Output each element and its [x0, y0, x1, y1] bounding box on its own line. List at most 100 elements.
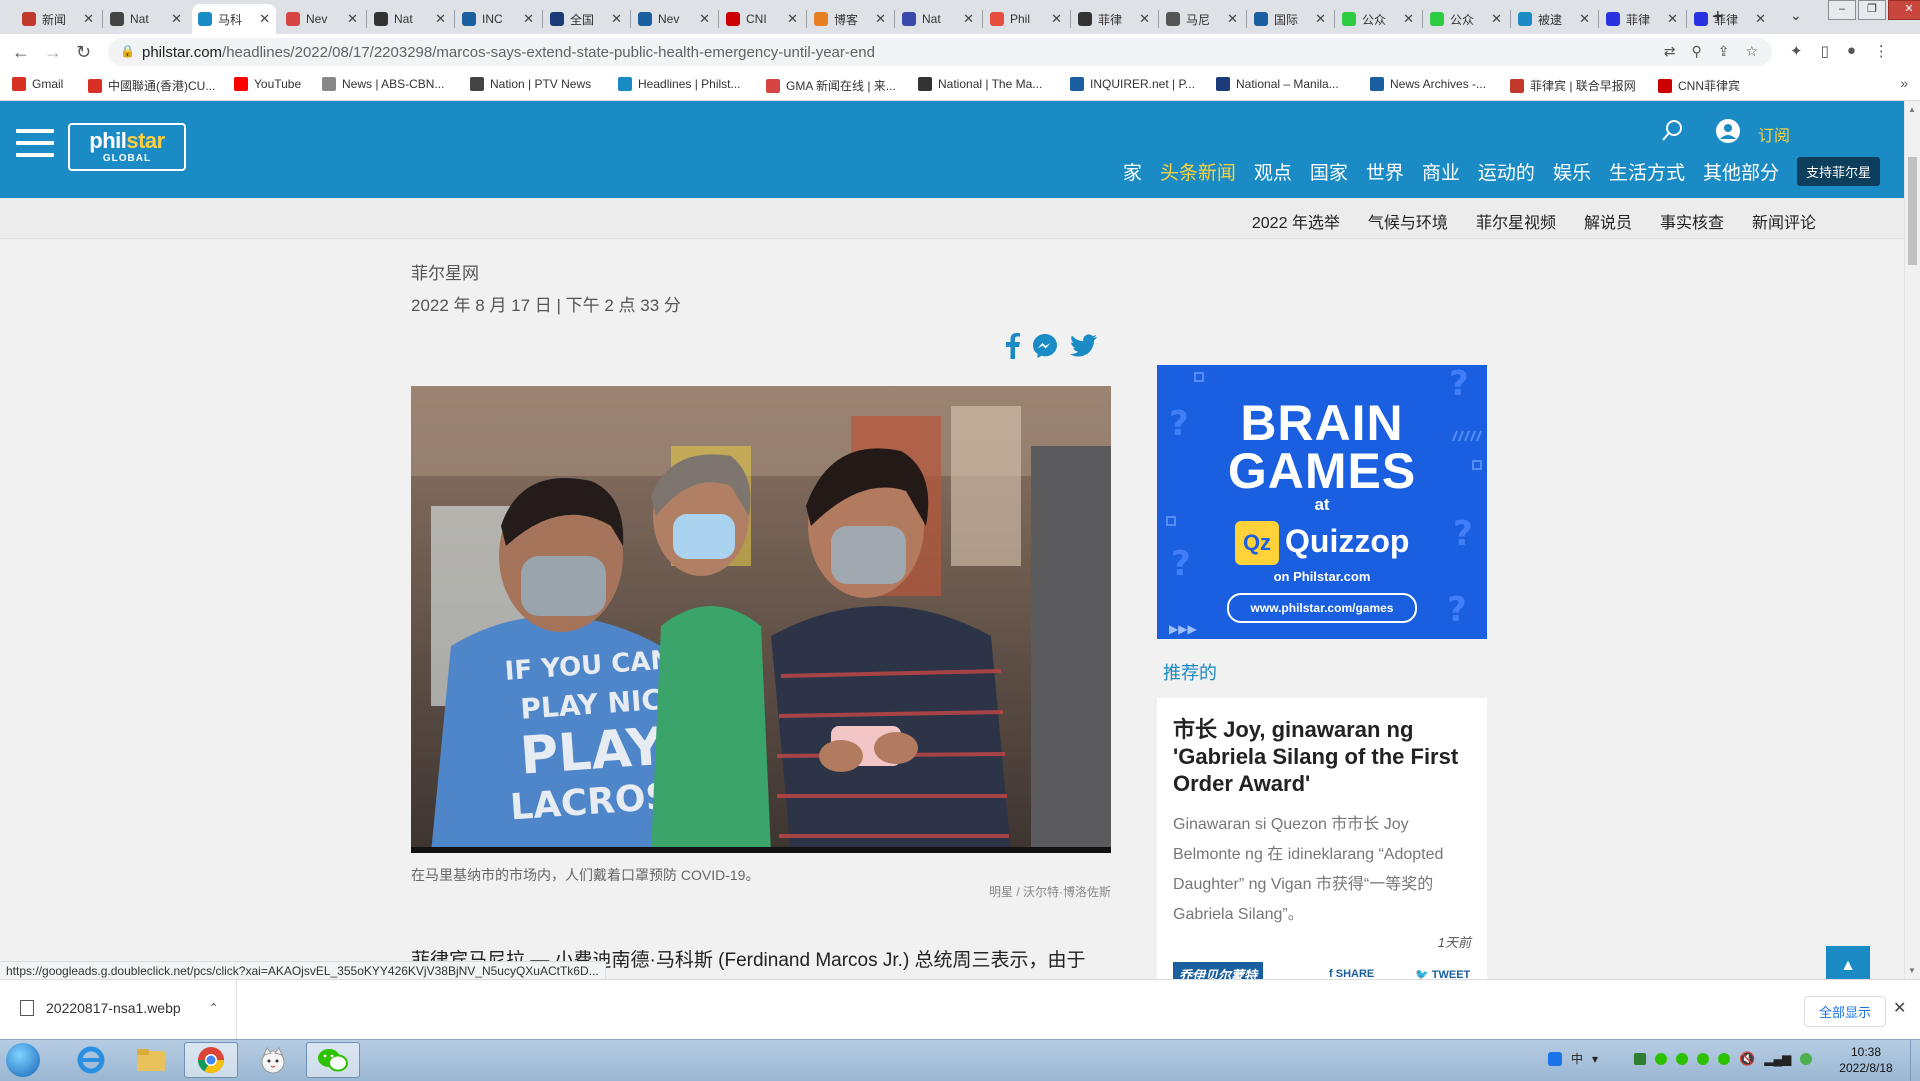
- forward-icon[interactable]: →: [44, 42, 62, 63]
- chevron-up-icon[interactable]: ⌃: [209, 1001, 219, 1015]
- close-tab-icon[interactable]: ✕: [699, 11, 710, 27]
- subnav-item[interactable]: 2022 年选举: [1252, 209, 1340, 233]
- browser-tab[interactable]: Nat ✕: [104, 4, 188, 34]
- url-text[interactable]: philstar.com/headlines/2022/08/17/220329…: [142, 44, 875, 61]
- bookmark-star-icon[interactable]: ☆: [1745, 43, 1758, 60]
- browser-tab[interactable]: INC ✕: [456, 4, 540, 34]
- sogou-icon[interactable]: [1548, 1051, 1562, 1066]
- bookmark-item[interactable]: National | The Ma...: [918, 77, 1042, 91]
- wechat-tray-icon[interactable]: [1655, 1052, 1668, 1065]
- brain-games-ad[interactable]: ? ? ? ? ? ▶▶▶ BRAIN GAMES at Qz Quizzop o…: [1157, 365, 1487, 639]
- subnav-item[interactable]: 气候与环境: [1368, 209, 1448, 233]
- bookmark-item[interactable]: INQUIRER.net | P...: [1070, 77, 1195, 91]
- browser-tab[interactable]: 博客 ✕: [808, 4, 892, 34]
- close-tab-icon[interactable]: ✕: [1755, 11, 1766, 27]
- browser-tab[interactable]: 马科 ✕: [192, 4, 276, 34]
- wechat-tray-icon-3[interactable]: [1697, 1052, 1710, 1065]
- bookmark-item[interactable]: News | ABS-CBN...: [322, 77, 444, 91]
- browser-tab[interactable]: Nev ✕: [280, 4, 364, 34]
- network-signal-icon[interactable]: ▂▄▆: [1764, 1052, 1791, 1066]
- back-to-top-button[interactable]: ▲: [1826, 946, 1870, 979]
- taskbar-clock[interactable]: 10:38 2022/8/18: [1828, 1044, 1904, 1076]
- close-tab-icon[interactable]: ✕: [523, 11, 534, 27]
- browser-tab[interactable]: 新闻 ✕: [16, 4, 100, 34]
- ime-options-icon[interactable]: ▾: [1592, 1052, 1598, 1066]
- close-tab-icon[interactable]: ✕: [1667, 11, 1678, 27]
- page-scrollbar[interactable]: ▲ ▼: [1904, 101, 1920, 979]
- ad-url-button[interactable]: www.philstar.com/games: [1227, 593, 1417, 623]
- browser-tab[interactable]: 公众 ✕: [1336, 4, 1420, 34]
- close-tab-icon[interactable]: ✕: [435, 11, 446, 27]
- recommended-card-title[interactable]: 市长 Joy, ginawaran ng 'Gabriela Silang of…: [1173, 716, 1473, 797]
- nav-item[interactable]: 家: [1123, 158, 1142, 185]
- scrollbar-thumb[interactable]: [1908, 157, 1917, 265]
- restore-button[interactable]: ❐: [1858, 0, 1886, 20]
- ie-icon[interactable]: [64, 1042, 118, 1078]
- twitter-icon[interactable]: [1070, 334, 1098, 358]
- browser-tab[interactable]: CNI ✕: [720, 4, 804, 34]
- bookmark-item[interactable]: National – Manila...: [1216, 77, 1339, 91]
- philstar-logo[interactable]: philstar GLOBAL: [68, 123, 186, 171]
- recommended-card[interactable]: 市长 Joy, ginawaran ng 'Gabriela Silang of…: [1157, 698, 1487, 979]
- nav-item[interactable]: 观点: [1254, 158, 1292, 185]
- profile-icon[interactable]: ●: [1847, 42, 1856, 60]
- nav-item[interactable]: 其他部分: [1703, 158, 1779, 185]
- close-tab-icon[interactable]: ✕: [1491, 11, 1502, 27]
- search-icon[interactable]: [1662, 119, 1684, 141]
- chrome-icon[interactable]: [184, 1042, 238, 1078]
- bookmark-item[interactable]: Gmail: [12, 77, 63, 91]
- wechat-tray-icon-2[interactable]: [1676, 1052, 1689, 1065]
- explorer-icon[interactable]: [124, 1042, 178, 1078]
- close-tab-icon[interactable]: ✕: [1051, 11, 1062, 27]
- translate-icon[interactable]: ⇄: [1664, 43, 1676, 60]
- new-tab-button[interactable]: +: [1712, 6, 1724, 29]
- zoom-icon[interactable]: ⚲: [1691, 43, 1701, 60]
- subnav-item[interactable]: 事实核查: [1660, 209, 1724, 233]
- browser-tab[interactable]: 菲律 ✕: [1072, 4, 1156, 34]
- shield-icon[interactable]: [1634, 1052, 1647, 1065]
- close-tab-icon[interactable]: ✕: [171, 11, 182, 27]
- close-tab-icon[interactable]: ✕: [1139, 11, 1150, 27]
- tab-search-chevron-icon[interactable]: ⌄: [1790, 7, 1802, 24]
- browser-tab[interactable]: 菲律 ✕: [1600, 4, 1684, 34]
- subscribe-link[interactable]: 订阅: [1758, 122, 1790, 146]
- close-tab-icon[interactable]: ✕: [963, 11, 974, 27]
- wechat-icon[interactable]: [306, 1042, 360, 1078]
- minimize-button[interactable]: –: [1828, 0, 1856, 20]
- extensions-icon[interactable]: ✦: [1790, 42, 1803, 60]
- reload-icon[interactable]: ↻: [76, 42, 91, 63]
- close-tab-icon[interactable]: ✕: [1579, 11, 1590, 27]
- address-bar[interactable]: 🔒 philstar.com/headlines/2022/08/17/2203…: [108, 38, 1772, 66]
- share-button[interactable]: f SHARE: [1329, 968, 1374, 979]
- bookmark-item[interactable]: 中國聯通(香港)CU...: [88, 77, 215, 94]
- subnav-item[interactable]: 解说员: [1584, 209, 1632, 233]
- menu-kebab-icon[interactable]: ⋮: [1874, 42, 1889, 60]
- wechat-tray-icon-4[interactable]: [1718, 1052, 1731, 1065]
- close-window-button[interactable]: ✕: [1888, 0, 1920, 20]
- download-item[interactable]: 20220817-nsa1.webp ⌃: [20, 1000, 219, 1016]
- close-tab-icon[interactable]: ✕: [875, 11, 886, 27]
- tweet-button[interactable]: 🐦 TWEET: [1415, 968, 1470, 979]
- bookmark-item[interactable]: Headlines | Philst...: [618, 77, 741, 91]
- close-tab-icon[interactable]: ✕: [1403, 11, 1414, 27]
- nav-item[interactable]: 运动的: [1478, 158, 1535, 185]
- nav-item[interactable]: 世界: [1366, 158, 1404, 185]
- network-status-icon[interactable]: [1800, 1052, 1813, 1065]
- browser-tab[interactable]: 国际 ✕: [1248, 4, 1332, 34]
- show-desktop-button[interactable]: [1910, 1040, 1920, 1081]
- close-tab-icon[interactable]: ✕: [611, 11, 622, 27]
- article-source[interactable]: 菲尔星网: [411, 259, 479, 284]
- recommended-card-author[interactable]: 乔伊贝尔蒙特: [1173, 962, 1264, 979]
- more-bookmarks-icon[interactable]: »: [1900, 75, 1908, 91]
- bookmark-item[interactable]: News Archives -...: [1370, 77, 1486, 91]
- close-tab-icon[interactable]: ✕: [787, 11, 798, 27]
- user-account-icon[interactable]: [1716, 119, 1740, 143]
- volume-muted-icon[interactable]: 🔇: [1739, 1051, 1755, 1067]
- close-tab-icon[interactable]: ✕: [259, 11, 270, 27]
- ime-indicator[interactable]: 中: [1571, 1050, 1583, 1067]
- browser-tab[interactable]: 菲律 ✕: [1688, 4, 1772, 34]
- messenger-icon[interactable]: [1032, 333, 1058, 359]
- browser-tab[interactable]: Nat ✕: [368, 4, 452, 34]
- bookmark-item[interactable]: YouTube: [234, 77, 301, 91]
- nav-item[interactable]: 娱乐: [1553, 158, 1591, 185]
